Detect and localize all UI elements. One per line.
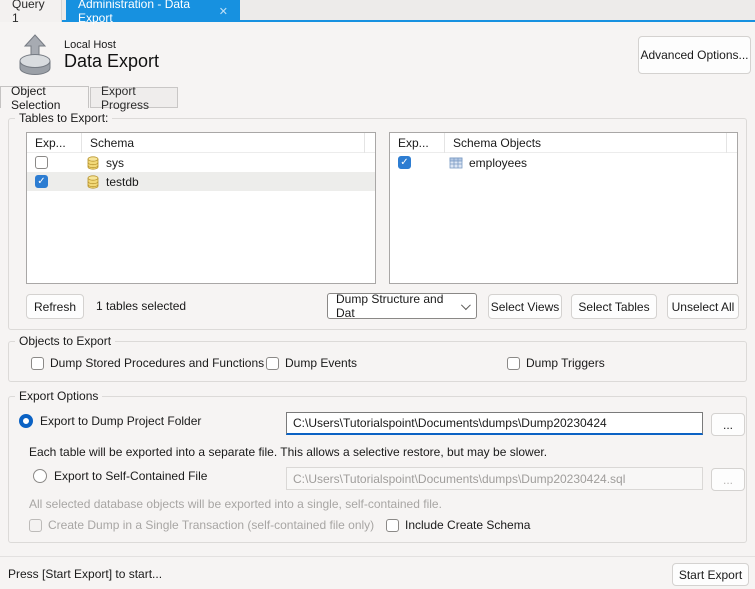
schema-objects-list[interactable]: Exp... Schema Objects employees bbox=[389, 132, 738, 284]
export-self-contained-radio-item[interactable]: Export to Self-Contained File bbox=[33, 469, 207, 483]
export-options-group: Export Options Export to Dump Project Fo… bbox=[8, 396, 747, 543]
data-export-window: Query 1 Administration - Data Export ✕ L… bbox=[0, 0, 755, 589]
schema-name: sys bbox=[106, 156, 124, 170]
export-self-contained-radio[interactable] bbox=[33, 469, 47, 483]
schema-objects-header: Exp... Schema Objects bbox=[390, 133, 737, 153]
status-text: Press [Start Export] to start... bbox=[8, 567, 162, 581]
single-transaction-label: Create Dump in a Single Transaction (sel… bbox=[48, 518, 374, 532]
page-title: Data Export bbox=[64, 51, 159, 72]
include-create-schema-label: Include Create Schema bbox=[405, 518, 530, 532]
sys-export-checkbox[interactable] bbox=[35, 156, 48, 169]
self-contained-note: All selected database objects will be ex… bbox=[29, 497, 442, 511]
dump-triggers-checkbox-item[interactable]: Dump Triggers bbox=[507, 356, 605, 370]
single-transaction-checkbox bbox=[29, 519, 42, 532]
self-contained-path-input: C:\Users\Tutorialspoint\Documents\dumps\… bbox=[286, 467, 703, 490]
chevron-down-icon bbox=[461, 300, 471, 310]
objects-to-export-group: Objects to Export Dump Stored Procedures… bbox=[8, 341, 747, 382]
tab-admin-label: Administration - Data Export bbox=[78, 0, 209, 25]
browse-folder-button[interactable]: ... bbox=[711, 413, 745, 436]
single-transaction-checkbox-item: Create Dump in a Single Transaction (sel… bbox=[29, 518, 374, 532]
dump-events-checkbox-item[interactable]: Dump Events bbox=[266, 356, 357, 370]
select-tables-button[interactable]: Select Tables bbox=[571, 294, 657, 319]
dump-triggers-checkbox[interactable] bbox=[507, 357, 520, 370]
dump-triggers-label: Dump Triggers bbox=[526, 356, 605, 370]
objects-to-export-label: Objects to Export bbox=[15, 334, 115, 348]
database-icon bbox=[85, 155, 101, 171]
column-schema: Schema bbox=[82, 133, 365, 153]
export-dump-folder-radio[interactable] bbox=[19, 414, 33, 428]
column-export: Exp... bbox=[27, 133, 82, 153]
data-export-icon bbox=[12, 32, 58, 78]
selection-status: 1 tables selected bbox=[96, 299, 186, 313]
schema-list-header: Exp... Schema bbox=[27, 133, 375, 153]
export-dump-folder-radio-item[interactable]: Export to Dump Project Folder bbox=[19, 414, 201, 428]
employees-export-checkbox[interactable] bbox=[398, 156, 411, 169]
unselect-all-button[interactable]: Unselect All bbox=[667, 294, 739, 319]
host-subtitle: Local Host bbox=[64, 39, 116, 51]
include-create-schema-checkbox-item[interactable]: Include Create Schema bbox=[386, 518, 530, 532]
schema-list[interactable]: Exp... Schema sys bbox=[26, 132, 376, 284]
select-views-button[interactable]: Select Views bbox=[488, 294, 562, 319]
object-row-employees[interactable]: employees bbox=[390, 153, 737, 172]
tab-query-1-label: Query 1 bbox=[12, 0, 49, 25]
tables-to-export-group: Tables to Export: Exp... Schema sys bbox=[8, 118, 747, 330]
advanced-options-button[interactable]: Advanced Options... bbox=[638, 36, 751, 74]
editor-tabbar: Query 1 Administration - Data Export ✕ bbox=[0, 0, 755, 22]
refresh-button[interactable]: Refresh bbox=[26, 294, 84, 319]
dump-events-checkbox[interactable] bbox=[266, 357, 279, 370]
schema-object-name: employees bbox=[469, 156, 527, 170]
dump-folder-note: Each table will be exported into a separ… bbox=[29, 445, 547, 459]
column-schema-objects: Schema Objects bbox=[445, 133, 727, 153]
dump-type-select[interactable]: Dump Structure and Dat bbox=[327, 293, 477, 319]
schema-name: testdb bbox=[106, 175, 139, 189]
dump-type-value: Dump Structure and Dat bbox=[336, 292, 461, 320]
tables-to-export-label: Tables to Export: bbox=[15, 111, 112, 125]
browse-file-button: ... bbox=[711, 468, 745, 491]
tab-administration-data-export[interactable]: Administration - Data Export ✕ bbox=[66, 0, 240, 22]
export-options-label: Export Options bbox=[15, 389, 102, 403]
footer-separator bbox=[0, 556, 755, 557]
schema-row-testdb[interactable]: testdb bbox=[27, 172, 375, 191]
tab-object-selection[interactable]: Object Selection bbox=[0, 86, 89, 108]
table-icon bbox=[448, 155, 464, 171]
database-icon bbox=[85, 174, 101, 190]
export-dump-folder-label: Export to Dump Project Folder bbox=[40, 414, 201, 428]
column-export: Exp... bbox=[390, 133, 445, 153]
testdb-export-checkbox[interactable] bbox=[35, 175, 48, 188]
dump-events-label: Dump Events bbox=[285, 356, 357, 370]
tab-export-progress[interactable]: Export Progress bbox=[90, 87, 178, 108]
tab-query-1[interactable]: Query 1 bbox=[0, 0, 62, 22]
dump-stored-procedures-checkbox-item[interactable]: Dump Stored Procedures and Functions bbox=[31, 356, 264, 370]
dump-stored-procedures-label: Dump Stored Procedures and Functions bbox=[50, 356, 264, 370]
dump-stored-procedures-checkbox[interactable] bbox=[31, 357, 44, 370]
start-export-button[interactable]: Start Export bbox=[672, 563, 749, 586]
schema-row-sys[interactable]: sys bbox=[27, 153, 375, 172]
export-self-contained-label: Export to Self-Contained File bbox=[54, 469, 207, 483]
include-create-schema-checkbox[interactable] bbox=[386, 519, 399, 532]
dump-folder-path-input[interactable]: C:\Users\Tutorialspoint\Documents\dumps\… bbox=[286, 412, 703, 435]
close-icon[interactable]: ✕ bbox=[219, 5, 228, 18]
